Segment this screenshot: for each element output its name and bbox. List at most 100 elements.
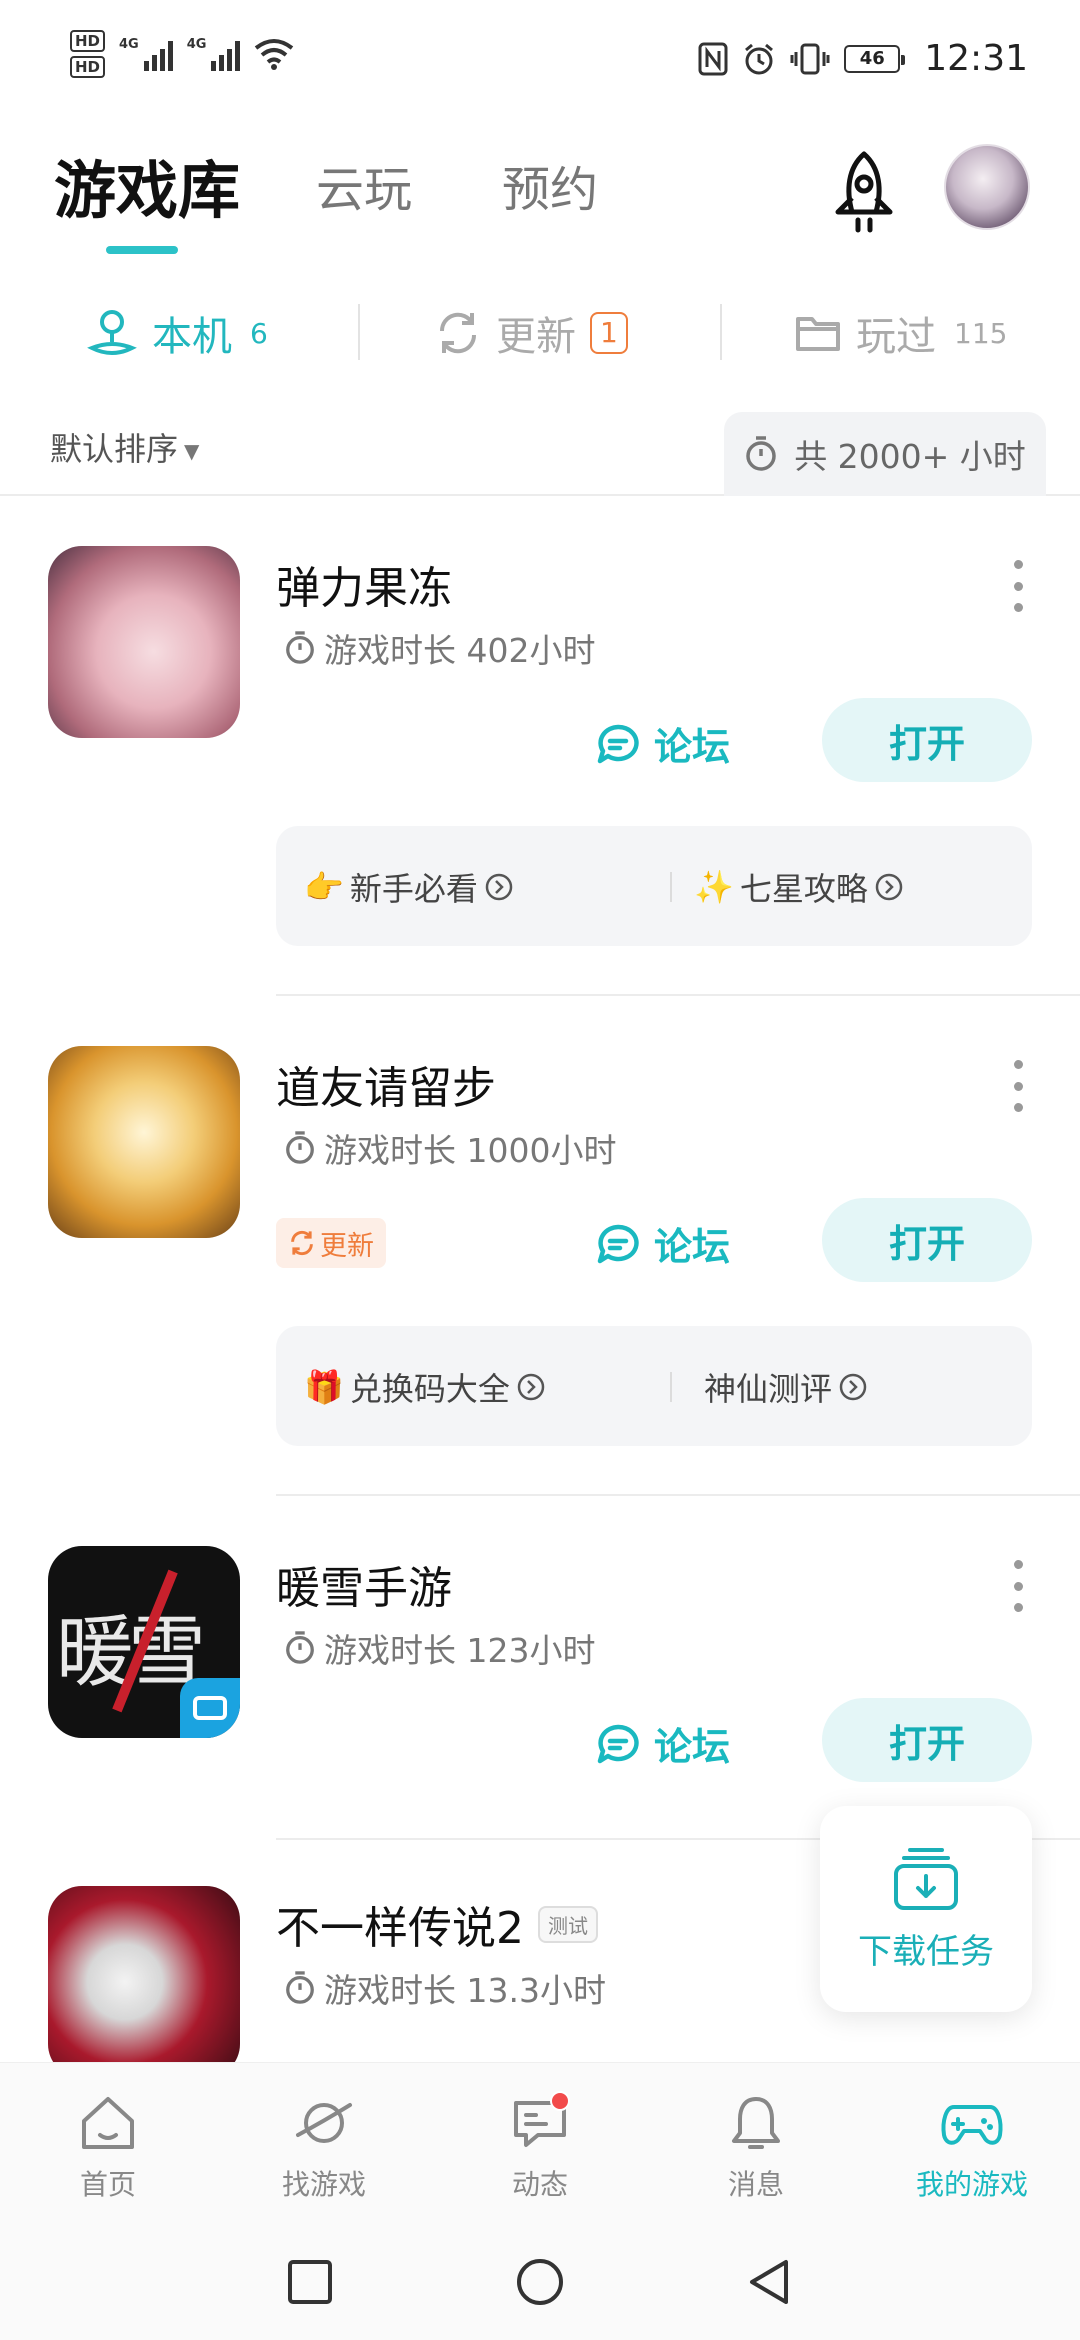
person-location-icon — [87, 310, 137, 355]
nav-feed[interactable]: 动态 — [432, 2091, 648, 2203]
alarm-icon — [745, 43, 774, 74]
update-tag[interactable]: 更新 — [276, 1218, 386, 1268]
tv-badge-icon — [180, 1678, 240, 1738]
tab-played-count: 115 — [954, 316, 1008, 350]
forum-label: 论坛 — [654, 1225, 731, 1269]
nav-feed-label: 动态 — [511, 2168, 568, 2201]
open-button[interactable]: 打开 — [822, 1198, 1032, 1282]
tab-updates[interactable]: 更新 1 — [434, 304, 628, 362]
stopwatch-icon — [286, 1631, 314, 1664]
tab-played-label: 玩过 — [856, 314, 936, 360]
redeem-codes-link[interactable]: 🎁 兑换码大全 — [304, 1364, 546, 1410]
stopwatch-icon — [286, 631, 314, 664]
more-options-icon[interactable] — [1012, 1560, 1024, 1612]
hd-icon: HD — [70, 30, 106, 52]
open-button[interactable]: 打开 — [822, 698, 1032, 782]
more-options-icon[interactable] — [1012, 560, 1024, 612]
game-links: 🎁 兑换码大全 神仙测评 — [276, 1326, 1032, 1446]
hd-icon: HD — [70, 56, 106, 78]
nav-messages[interactable]: 消息 — [648, 2091, 864, 2203]
forum-button[interactable]: 论坛 — [596, 1716, 730, 1771]
game-icon[interactable] — [48, 1046, 240, 1238]
game-name[interactable]: 暖雪手游 — [276, 1552, 452, 1616]
gift-icon: 🎁 — [304, 1368, 344, 1406]
chat-bubble-icon — [597, 1224, 639, 1263]
bottom-nav: 首页 找游戏 动态 消息 我的游戏 — [0, 2062, 1080, 2230]
sort-label: 默认排序 — [50, 430, 179, 468]
game-name[interactable]: 不一样传说2 测试 — [276, 1892, 598, 1956]
status-right: 46 12:31 — [698, 38, 1028, 79]
nav-find-games-label: 找游戏 — [281, 2168, 366, 2201]
back-triangle-icon[interactable] — [744, 2256, 796, 2308]
home-icon — [82, 2097, 134, 2149]
open-button[interactable]: 打开 — [822, 1698, 1032, 1782]
hd-indicators: HD HD — [70, 30, 106, 78]
tab-cloud-play[interactable]: 云玩 — [316, 150, 412, 220]
forum-button[interactable]: 论坛 — [596, 1216, 730, 1271]
tab-local[interactable]: 本机 6 — [86, 304, 268, 362]
more-options-icon[interactable] — [1012, 1060, 1024, 1112]
vibrate-icon — [790, 43, 830, 74]
home-circle-icon[interactable] — [514, 2256, 566, 2308]
play-time: 游戏时长 1000小时 — [284, 1124, 616, 1172]
sort-dropdown[interactable]: 默认排序 ▼ — [50, 424, 199, 470]
divider — [358, 304, 360, 360]
guide-link-label: 新手必看 — [349, 870, 478, 908]
game-name[interactable]: 道友请留步 — [276, 1052, 496, 1116]
nav-home[interactable]: 首页 — [0, 2091, 216, 2203]
guide-link[interactable]: 👉 新手必看 — [304, 864, 514, 910]
download-tray-icon — [894, 1847, 958, 1910]
forum-label: 论坛 — [654, 1725, 731, 1769]
game-icon[interactable] — [48, 1886, 240, 2062]
user-avatar[interactable] — [944, 144, 1030, 230]
active-tab-indicator — [106, 246, 178, 254]
download-tasks-button[interactable]: 下载任务 — [820, 1806, 1032, 2012]
network-type-label: 4G — [186, 37, 207, 52]
download-tasks-label: 下载任务 — [858, 1931, 994, 1972]
review-link[interactable]: 神仙测评 — [704, 1364, 868, 1410]
play-time-text: 游戏时长 123小时 — [324, 1631, 596, 1670]
nav-find-games[interactable]: 找游戏 — [216, 2091, 432, 2203]
nav-my-games-label: 我的游戏 — [915, 2168, 1028, 2201]
game-name[interactable]: 弹力果冻 — [276, 552, 452, 616]
strategy-link[interactable]: ✨ 七星攻略 — [694, 864, 904, 910]
recents-square-icon[interactable] — [284, 2256, 336, 2308]
notification-dot — [550, 2091, 570, 2111]
update-tag-label: 更新 — [320, 1230, 374, 1262]
game-icon[interactable]: 暖雪 — [48, 1546, 240, 1738]
review-link-label: 神仙测评 — [704, 1370, 833, 1408]
play-time-text: 游戏时长 1000小时 — [324, 1131, 617, 1170]
signal-icon: 4G — [119, 37, 173, 71]
tab-game-library[interactable]: 游戏库 — [54, 140, 240, 230]
bell-icon — [732, 2097, 780, 2149]
wifi-icon — [255, 39, 294, 70]
circle-arrow-icon — [839, 1373, 867, 1401]
network-type-label: 4G — [119, 37, 139, 52]
stopwatch-icon — [286, 1971, 314, 2004]
sub-tabs: 本机 6 更新 1 玩过 115 — [0, 290, 1080, 380]
pointing-hand-icon: 👉 — [304, 868, 344, 906]
game-name-text: 不一样传说2 — [276, 1903, 524, 1954]
tab-reservations[interactable]: 预约 — [502, 150, 598, 220]
total-playtime-text: 共 2000+ 小时 — [794, 437, 1026, 476]
play-time-text: 游戏时长 402小时 — [324, 631, 596, 670]
divider — [670, 1372, 672, 1402]
status-left: HD HD 4G 4G — [70, 30, 294, 78]
forum-label: 论坛 — [654, 725, 731, 769]
rocket-icon[interactable] — [826, 150, 902, 236]
tab-played[interactable]: 玩过 115 — [794, 304, 1007, 362]
sort-row: 默认排序 ▼ 共 2000+ 小时 — [0, 410, 1080, 496]
stopwatch-icon — [746, 436, 776, 471]
divider — [276, 994, 1080, 996]
redeem-codes-label: 兑换码大全 — [349, 1370, 510, 1408]
game-links: 👉 新手必看 ✨ 七星攻略 — [276, 826, 1032, 946]
tab-local-label: 本机 — [152, 314, 232, 360]
play-time: 游戏时长 123小时 — [284, 1624, 595, 1672]
nfc-icon — [698, 42, 728, 75]
total-playtime: 共 2000+ 小时 — [724, 412, 1046, 496]
forum-button[interactable]: 论坛 — [596, 716, 730, 771]
chat-bubble-icon — [597, 724, 639, 763]
nav-my-games[interactable]: 我的游戏 — [864, 2091, 1080, 2203]
game-icon[interactable] — [48, 546, 240, 738]
tab-local-count: 6 — [250, 316, 268, 350]
